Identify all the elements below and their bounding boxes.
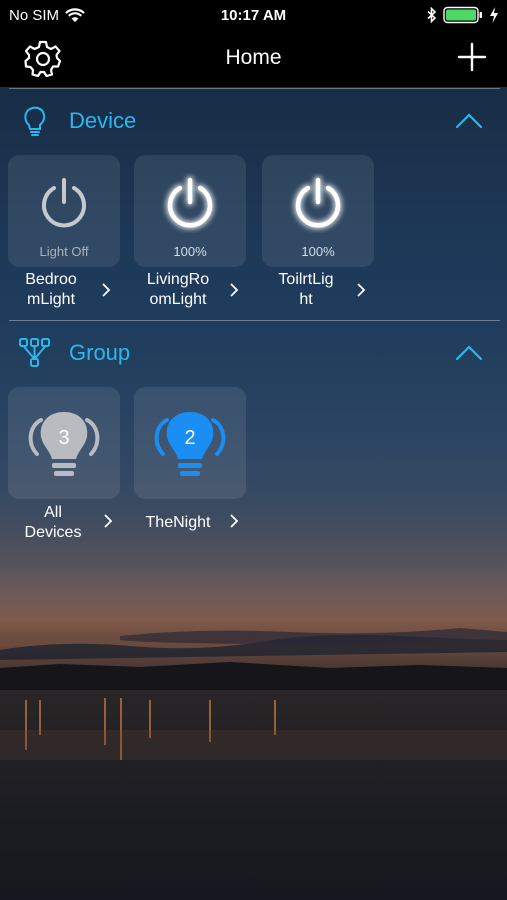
device-tile-livingroomlight[interactable]: 100%	[134, 155, 246, 267]
divider	[9, 320, 500, 321]
device-level-label: 100%	[173, 244, 207, 259]
chevron-right-icon[interactable]	[228, 282, 240, 298]
status-right	[427, 6, 499, 24]
chevron-right-icon[interactable]	[228, 513, 240, 529]
group-tree-icon	[19, 338, 50, 367]
group-count-label: 2	[184, 427, 195, 449]
power-icon	[42, 178, 86, 228]
device-section-title: Device	[69, 108, 137, 133]
status-bar: No SIM 10:17 AM	[0, 0, 507, 32]
chevron-right-icon[interactable]	[102, 513, 114, 529]
group-name-label[interactable]: TheNight	[131, 513, 225, 533]
group-tile-all-devices[interactable]: 3	[8, 387, 120, 499]
group-section-header: Group	[0, 330, 507, 376]
multi-bulb-icon: 3	[28, 412, 100, 476]
chevron-right-icon[interactable]	[100, 282, 112, 298]
power-icon	[294, 176, 342, 229]
group-count-label: 3	[58, 427, 69, 449]
device-tile-bedroomlight[interactable]: Light Off	[8, 155, 120, 267]
multi-bulb-icon: 2	[154, 412, 226, 476]
bluetooth-icon	[427, 7, 437, 23]
plus-icon[interactable]	[457, 42, 487, 72]
divider	[9, 88, 500, 89]
power-icon	[166, 176, 214, 229]
device-name-label[interactable]: LivingRo omLight	[131, 270, 225, 310]
device-level-label: Light Off	[39, 244, 89, 259]
navigation-bar: Home	[0, 32, 507, 87]
device-section-header: Device	[0, 98, 507, 144]
device-level-label: 100%	[301, 244, 335, 259]
group-name-label[interactable]: All Devices	[6, 503, 100, 543]
charging-bolt-icon	[490, 7, 498, 23]
page-title: Home	[225, 46, 282, 69]
lightbulb-outline-icon	[24, 106, 46, 136]
group-tile-thenight[interactable]: 2	[134, 387, 246, 499]
chevron-right-icon[interactable]	[355, 282, 367, 298]
device-name-label[interactable]: Bedroo mLight	[4, 270, 98, 310]
chevron-up-icon[interactable]	[455, 342, 483, 364]
chevron-up-icon[interactable]	[455, 110, 483, 132]
device-tile-toilrtlight[interactable]: 100%	[262, 155, 374, 267]
battery-icon	[443, 6, 482, 24]
group-section-title: Group	[69, 340, 131, 365]
device-name-label[interactable]: ToilrtLig ht	[259, 270, 353, 310]
